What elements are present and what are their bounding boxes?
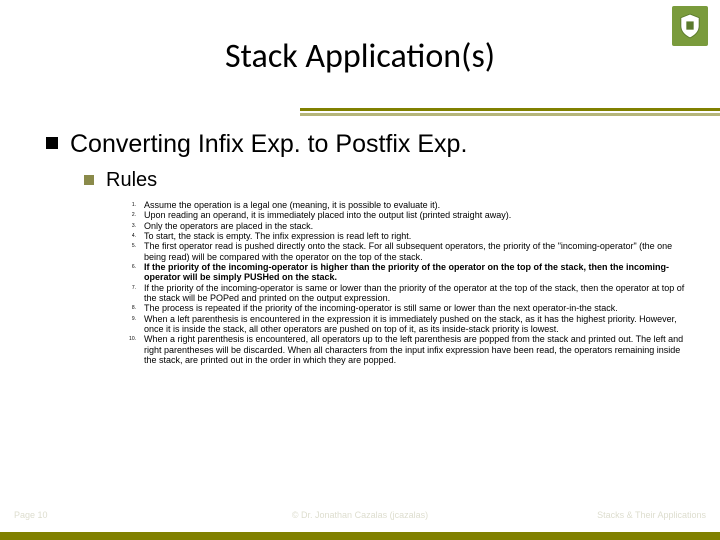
rule-text: To start, the stack is empty. The infix … [144, 231, 694, 241]
rule-number: 9. [122, 314, 144, 323]
slide-title: Stack Application(s) [0, 0, 720, 95]
content-area: Converting Infix Exp. to Postfix Exp. Ru… [0, 95, 720, 366]
footer-topic: Stacks & Their Applications [597, 510, 706, 520]
university-logo [672, 6, 708, 46]
rule-text: Upon reading an operand, it is immediate… [144, 210, 694, 220]
rule-number: 1. [122, 200, 144, 209]
rule-text: Only the operators are placed in the sta… [144, 221, 694, 231]
rule-text: When a left parenthesis is encountered i… [144, 314, 694, 335]
rule-item: 3.Only the operators are placed in the s… [122, 221, 694, 231]
rule-text: The process is repeated if the priority … [144, 303, 694, 313]
square-bullet-icon [46, 137, 58, 149]
rule-item: 8.The process is repeated if the priorit… [122, 303, 694, 313]
slide: Stack Application(s) Converting Infix Ex… [0, 0, 720, 540]
footer-author: © Dr. Jonathan Cazalas (jcazalas) [292, 510, 428, 520]
rule-item: 1.Assume the operation is a legal one (m… [122, 200, 694, 210]
rule-text: When a right parenthesis is encountered,… [144, 334, 694, 365]
footer-page: Page 10 [14, 510, 48, 520]
rule-number: 5. [122, 241, 144, 250]
rule-number: 10. [122, 334, 144, 343]
rule-number: 3. [122, 221, 144, 230]
rule-number: 2. [122, 210, 144, 219]
rule-item: 10.When a right parenthesis is encounter… [122, 334, 694, 365]
heading-text: Converting Infix Exp. to Postfix Exp. [70, 129, 467, 159]
rule-number: 4. [122, 231, 144, 240]
rule-text: The first operator read is pushed direct… [144, 241, 694, 262]
rule-number: 7. [122, 283, 144, 292]
rule-item: 5.The first operator read is pushed dire… [122, 241, 694, 262]
rule-item: 7.If the priority of the incoming-operat… [122, 283, 694, 304]
subheading-text: Rules [106, 169, 157, 192]
rule-item: 6.If the priority of the incoming-operat… [122, 262, 694, 283]
rule-text: If the priority of the incoming-operator… [144, 283, 694, 304]
footer: Page 10 © Dr. Jonathan Cazalas (jcazalas… [0, 508, 720, 522]
crest-icon [679, 13, 701, 39]
title-underline [300, 108, 720, 118]
heading-row: Converting Infix Exp. to Postfix Exp. [46, 129, 694, 159]
rule-text: If the priority of the incoming-operator… [144, 262, 694, 283]
subheading-row: Rules [84, 169, 694, 192]
rule-text: Assume the operation is a legal one (mea… [144, 200, 694, 210]
rule-item: 2.Upon reading an operand, it is immedia… [122, 210, 694, 220]
square-bullet-icon [84, 175, 94, 185]
rule-number: 8. [122, 303, 144, 312]
rules-list: 1.Assume the operation is a legal one (m… [122, 200, 694, 366]
rule-item: 4.To start, the stack is empty. The infi… [122, 231, 694, 241]
rule-number: 6. [122, 262, 144, 271]
rule-item: 9.When a left parenthesis is encountered… [122, 314, 694, 335]
